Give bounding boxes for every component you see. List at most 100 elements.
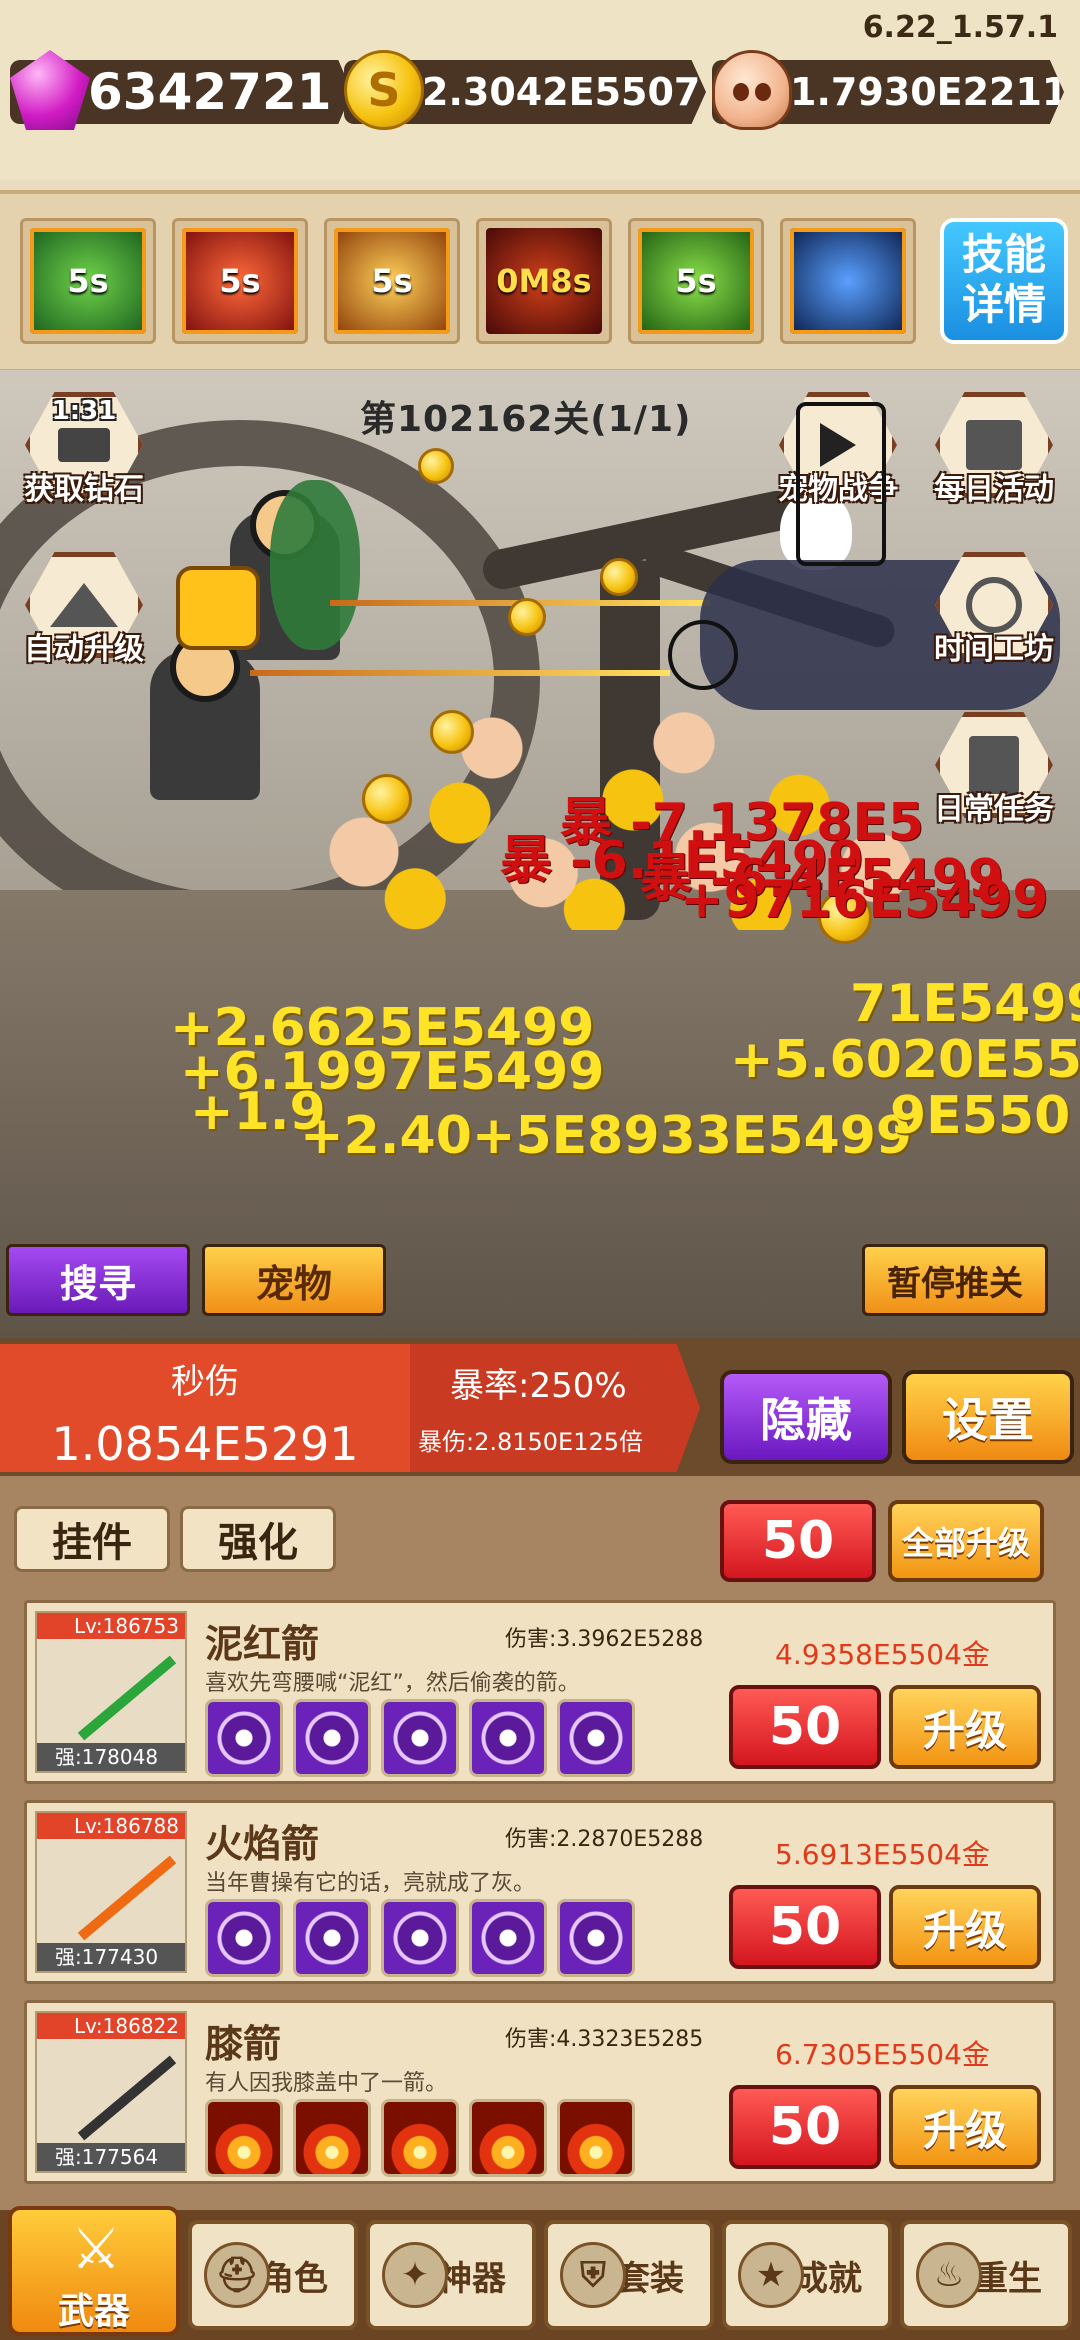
auto-upgrade-button[interactable]: 自动升级 (20, 552, 148, 680)
fire-rune-icon (557, 2099, 635, 2177)
weapon-qty-button[interactable]: 50 (729, 2085, 881, 2169)
coin-drop-icon (430, 710, 474, 754)
coin-drop-icon (508, 598, 546, 636)
green-arrow-icon (77, 1655, 177, 1741)
weapon-level: Lv:186822 (37, 2013, 185, 2039)
nav-set[interactable]: ⛨ 套装 (544, 2220, 714, 2330)
crit-panel: 暴率:250% 暴伤:2.8150E125倍 (410, 1344, 700, 1472)
yin-yang-rune-icon (381, 1899, 459, 1977)
skill-details-button[interactable]: 技能详情 (940, 218, 1068, 344)
yin-yang-rune-icon (205, 1699, 283, 1777)
green-slime-pet (270, 480, 360, 650)
skill-2-timer: 5s (182, 228, 298, 334)
rebirth-flame-icon: ♨ (916, 2242, 982, 2308)
yin-yang-rune-icon (557, 1899, 635, 1977)
weapon-description: 喜欢先弯腰喊“泥红”，然后偷袭的箭。 (205, 1671, 580, 1696)
video-overlay-icon[interactable] (796, 402, 886, 566)
gold-coin-icon: S (344, 50, 424, 130)
gold-counter: S 2.3042E5507 (344, 50, 706, 130)
weapon-cost: 6.7305E5504金 (775, 2038, 990, 2071)
yin-yang-rune-icon (557, 1699, 635, 1777)
weapon-thumbnail: Lv:186788 强:177430 (35, 1811, 187, 1973)
knee-arrow-icon (77, 2055, 177, 2141)
fire-rune-icon (381, 2099, 459, 2177)
thumbs-up-icon[interactable] (176, 566, 260, 650)
skull-icon (712, 50, 792, 130)
nav-achievement-label: 成就 (794, 2258, 862, 2299)
weapon-qty-button[interactable]: 50 (729, 1685, 881, 1769)
skill-slot-3[interactable]: 5s (324, 218, 460, 344)
weapon-damage: 伤害:2.2870E5288 (505, 1827, 704, 1852)
pause-progress-button[interactable]: 暂停推关 (862, 1244, 1048, 1316)
daily-activity-button[interactable]: 每日活动 (930, 392, 1058, 520)
get-diamonds-button[interactable]: 1:31 获取钻石 (20, 392, 148, 520)
multiplier-toggle[interactable]: 50 (720, 1500, 876, 1582)
pets-button[interactable]: 宠物 (202, 1244, 386, 1316)
skill-slot-2[interactable]: 5s (172, 218, 308, 344)
weapon-damage: 伤害:3.3962E5288 (505, 1627, 704, 1652)
tab-pendant[interactable]: 挂件 (14, 1506, 170, 1572)
yin-yang-rune-icon (293, 1899, 371, 1977)
crossed-swords-icon: ⚔ (70, 2217, 122, 2282)
crit-rate: 暴率:250% (450, 1366, 627, 1406)
nav-weapon[interactable]: ⚔ 武器 (8, 2206, 180, 2336)
daily-tasks-button[interactable]: 日常任务 (930, 712, 1058, 840)
weapon-qty-button[interactable]: 50 (729, 1885, 881, 1969)
skill-5-timer: 5s (638, 228, 754, 334)
weapon-damage: 伤害:4.3323E5285 (505, 2027, 704, 2052)
nav-achievement[interactable]: ★ 成就 (722, 2220, 892, 2330)
weapon-upgrade-button[interactable]: 升级 (889, 2085, 1041, 2169)
nav-character[interactable]: ⛑ 角色 (188, 2220, 358, 2330)
trophy-icon: ★ (738, 2242, 804, 2308)
skill-slot-6[interactable] (780, 218, 916, 344)
fire-rune-icon (469, 2099, 547, 2177)
damage-floater: +2.40+5E8933E5499 (300, 1106, 913, 1166)
fire-rune-icon (293, 2099, 371, 2177)
coin-drop-icon (600, 558, 638, 596)
yin-yang-rune-icon (469, 1699, 547, 1777)
weapon-name: 膝箭 (205, 2022, 282, 2066)
weapon-cost: 5.6913E5504金 (775, 1838, 990, 1871)
damage-floater: +5.6020E55 (730, 1030, 1080, 1090)
weapon-level: Lv:186788 (37, 1813, 185, 1839)
coin-drop-icon (362, 774, 412, 824)
daily-activity-label: 每日活动 (934, 472, 1054, 507)
upgrade-all-button[interactable]: 全部升级 (888, 1500, 1044, 1582)
battle-scene: 第102162关(1/1) 暴 -7.1378E5 暴 -6.1E5499 暴 … (0, 370, 1080, 1338)
skull-counter: 1.7930E2211 (712, 50, 1064, 130)
fire-arrow-icon (77, 1855, 177, 1941)
weapon-level: Lv:186753 (37, 1613, 185, 1639)
weapon-upgrade-button[interactable]: 升级 (889, 1685, 1041, 1769)
skill-1-timer: 5s (30, 228, 146, 334)
get-diamonds-label: 获取钻石 (24, 472, 144, 507)
nav-artifact[interactable]: ✦ 神器 (366, 2220, 536, 2330)
settings-button[interactable]: 设置 (902, 1370, 1074, 1464)
nav-character-label: 角色 (260, 2258, 328, 2299)
weapon-description: 当年曹操有它的话，亮就成了灰。 (205, 1871, 536, 1896)
dps-value: 1.0854E5291 (51, 1417, 359, 1471)
nav-rebirth[interactable]: ♨ 重生 (900, 2220, 1072, 2330)
skill-slot-1[interactable]: 5s (20, 218, 156, 344)
nav-weapon-label: 武器 (57, 2291, 130, 2332)
hide-button[interactable]: 隐藏 (720, 1370, 892, 1464)
search-button[interactable]: 搜寻 (6, 1244, 190, 1316)
weapon-strength: 强:178048 (37, 1743, 185, 1771)
time-workshop-button[interactable]: 时间工坊 (930, 552, 1058, 680)
skill-slot-4[interactable]: 0M8s (476, 218, 612, 344)
dps-label: 秒伤 (171, 1362, 239, 1402)
skill-slot-5[interactable]: 5s (628, 218, 764, 344)
weapon-thumbnail: Lv:186753 强:178048 (35, 1611, 187, 1773)
yin-yang-rune-icon (293, 1699, 371, 1777)
crit-damage: 暴伤:2.8150E125倍 (418, 1428, 644, 1456)
weapon-strength: 强:177430 (37, 1943, 185, 1971)
tab-enhance[interactable]: 强化 (180, 1506, 336, 1572)
weapon-upgrade-button[interactable]: 升级 (889, 1885, 1041, 1969)
weapon-name: 泥红箭 (205, 1622, 320, 1666)
damage-floater: +9716E5499 (680, 870, 1049, 930)
diamond-ad-timer: 1:31 (51, 396, 117, 426)
skill-6-timer (790, 228, 906, 334)
armor-icon: ⛨ (560, 2242, 626, 2308)
damage-floater: 71E5499 (850, 974, 1080, 1034)
weapon-card: Lv:186822 强:177564 膝箭 伤害:4.3323E5285 有人因… (24, 2000, 1056, 2184)
weapon-card: Lv:186753 强:178048 泥红箭 伤害:3.3962E5288 喜欢… (24, 1600, 1056, 1784)
